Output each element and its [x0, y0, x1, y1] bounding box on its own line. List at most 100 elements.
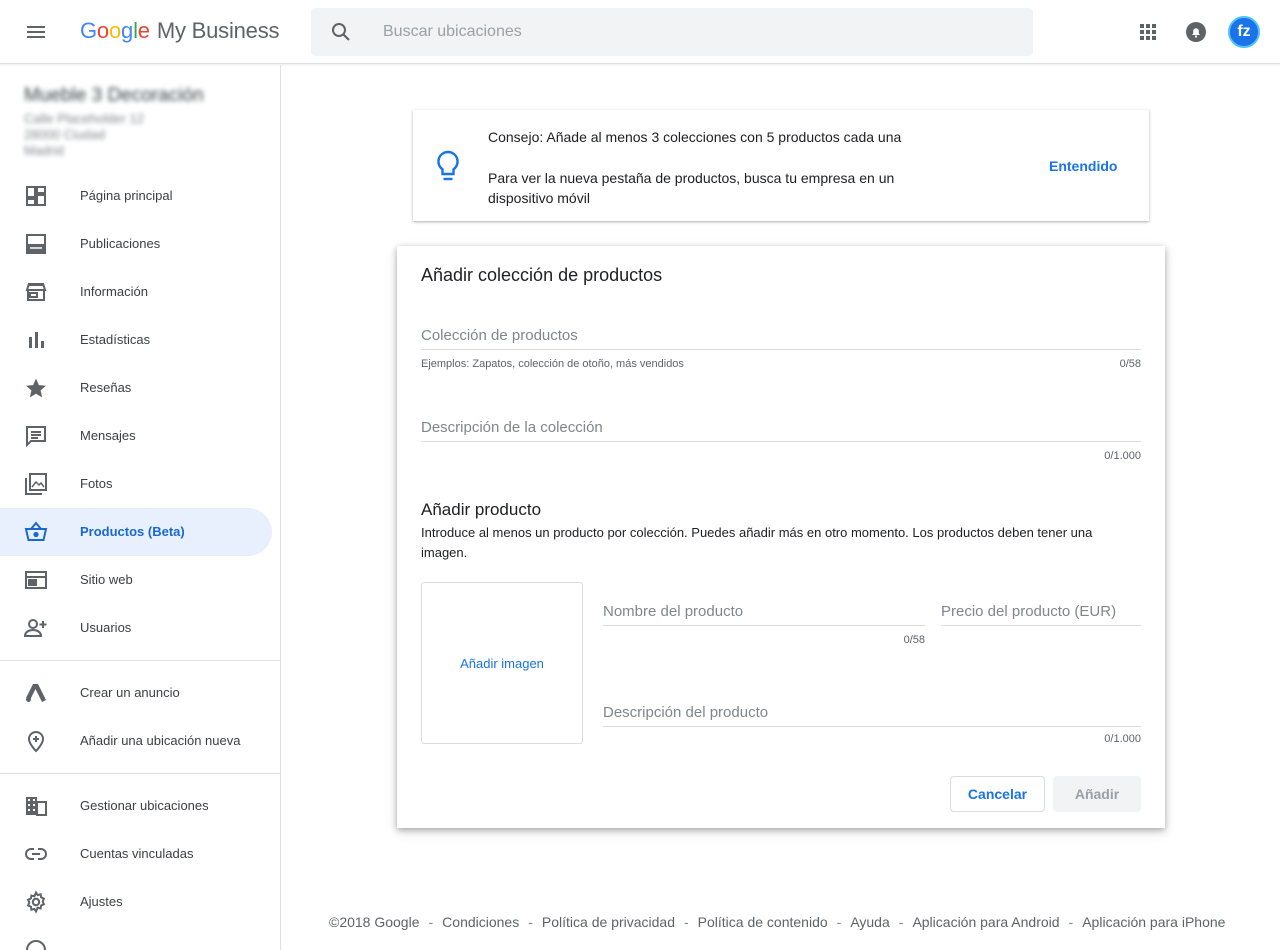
add-product-title: Añadir producto	[421, 500, 542, 519]
footer-separator: -	[528, 914, 533, 930]
sidebar-item-label: Productos (Beta)	[80, 524, 185, 539]
tip-card: Consejo: Añade al menos 3 colecciones co…	[413, 110, 1149, 221]
product-description-char-count: 0/1.000	[1104, 733, 1141, 745]
settings-icon	[26, 890, 46, 914]
add-image-button[interactable]: Añadir imagen	[421, 582, 583, 744]
footer-link-android[interactable]: Aplicación para Android	[912, 914, 1059, 930]
footer-link-privacy[interactable]: Política de privacidad	[542, 914, 675, 930]
sidebar-item-label: Estadísticas	[80, 332, 151, 347]
footer-separator: -	[1068, 914, 1074, 930]
footer-separator: -	[836, 914, 842, 930]
top-app-bar: Google My Business fz	[0, 0, 1280, 64]
sidebar-item-label: Usuarios	[80, 620, 132, 635]
menu-icon[interactable]	[24, 20, 48, 44]
apps-icon[interactable]	[1136, 20, 1160, 44]
basket-icon	[24, 521, 48, 541]
sidebar-item-info[interactable]: Información	[0, 268, 272, 316]
lightbulb-icon	[437, 150, 459, 181]
description-char-count: 0/1.000	[1104, 450, 1141, 462]
sidebar-item-label: Sitio web	[80, 572, 133, 587]
sidebar-item-label: Fotos	[80, 476, 113, 491]
sidebar-item-help[interactable]	[0, 926, 272, 950]
business-name: Mueble 3 Decoración	[24, 85, 204, 106]
product-description-field[interactable]: Descripción del producto	[603, 701, 1141, 727]
collection-char-count: 0/58	[1119, 358, 1141, 370]
add-image-label: Añadir imagen	[460, 655, 544, 671]
add-location-icon	[27, 731, 45, 753]
logo-letter: g	[121, 18, 134, 43]
sidebar-divider	[0, 660, 280, 661]
collection-name-placeholder: Colección de productos	[421, 327, 578, 344]
sidebar-item-settings[interactable]: Ajustes	[0, 878, 272, 926]
add-collection-dialog: Añadir colección de productos Colección …	[397, 246, 1165, 828]
sidebar-item-photos[interactable]: Fotos	[0, 460, 272, 508]
sidebar-item-label: Ajustes	[80, 894, 123, 909]
footer-link-terms[interactable]: Condiciones	[442, 914, 519, 930]
product-name-field[interactable]: Nombre del producto	[603, 600, 925, 626]
link-icon	[25, 848, 47, 860]
avatar[interactable]: fz	[1228, 16, 1260, 48]
sidebar-item-label: Página principal	[80, 188, 173, 203]
cancel-button[interactable]: Cancelar	[950, 776, 1045, 812]
sidebar-item-label: Reseñas	[80, 380, 132, 395]
search-icon[interactable]	[329, 20, 353, 44]
logo-product-name: My Business	[156, 18, 280, 43]
sidebar-item-insights[interactable]: Estadísticas	[0, 316, 272, 364]
product-description-placeholder: Descripción del producto	[603, 704, 769, 721]
sidebar-item-website[interactable]: Sitio web	[0, 556, 272, 604]
collection-description-placeholder: Descripción de la colección	[421, 419, 603, 436]
footer-separator: -	[428, 914, 434, 930]
footer: ©2018 Google - Condiciones - Política de pri…	[329, 914, 1225, 930]
star-icon	[26, 378, 46, 398]
sidebar-item-label: Crear un anuncio	[80, 685, 180, 700]
logo[interactable]: Google My Business	[80, 18, 280, 44]
business-info: Mueble 3 Decoración Calle Placeholder 12…	[24, 85, 204, 159]
sidebar-item-create-ad[interactable]: Crear un anuncio	[0, 669, 272, 717]
notifications-icon[interactable]	[1184, 20, 1208, 44]
collection-description-field[interactable]: Descripción de la colección	[421, 416, 1141, 442]
sidebar-item-add-location[interactable]: Añadir una ubicación nueva	[0, 717, 272, 765]
product-name-placeholder: Nombre del producto	[603, 603, 744, 620]
sidebar-divider	[0, 773, 280, 774]
logo-letter: G	[80, 18, 97, 43]
search-input[interactable]	[383, 8, 1003, 56]
sidebar-item-label: Gestionar ubicaciones	[80, 798, 209, 813]
sidebar-item-linked-accounts[interactable]: Cuentas vinculadas	[0, 830, 272, 878]
add-product-description: Introduce al menos un producto por colec…	[421, 525, 1093, 560]
footer-link-iphone[interactable]: Aplicación para iPhone	[1082, 914, 1225, 930]
product-price-placeholder: Precio del producto (EUR)	[941, 603, 1117, 620]
dashboard-icon	[26, 186, 46, 206]
sidebar-item-label: Cuentas vinculadas	[80, 846, 194, 861]
search-bar	[311, 8, 1033, 56]
business-address: Calle Placeholder 12 28000 Ciudad Madrid	[24, 111, 204, 159]
sidebar-item-users[interactable]: Usuarios	[0, 604, 272, 652]
web-icon	[25, 571, 47, 589]
sidebar-item-label: Publicaciones	[80, 236, 161, 251]
sidebar-item-home[interactable]: Página principal	[0, 172, 272, 220]
sidebar-item-products[interactable]: Productos (Beta)	[0, 508, 272, 556]
sidebar-item-messages[interactable]: Mensajes	[0, 412, 272, 460]
sidebar-item-posts[interactable]: Publicaciones	[0, 220, 272, 268]
footer-separator: -	[683, 914, 689, 930]
add-button[interactable]: Añadir	[1053, 776, 1141, 812]
footer-link-content-policy[interactable]: Política de contenido	[698, 914, 828, 930]
sidebar: Mueble 3 Decoración Calle Placeholder 12…	[0, 65, 281, 950]
add-user-icon	[24, 619, 47, 637]
logo-letter: e	[137, 18, 150, 43]
photos-icon	[25, 473, 47, 495]
address-line: 28000 Ciudad	[24, 127, 105, 142]
sidebar-item-manage-locations[interactable]: Gestionar ubicaciones	[0, 782, 272, 830]
dialog-title: Añadir colección de productos	[421, 265, 663, 285]
sidebar-item-label: Información	[80, 284, 148, 299]
message-icon	[26, 426, 46, 448]
collection-hint: Ejemplos: Zapatos, colección de otoño, m…	[421, 358, 684, 370]
footer-link-help[interactable]: Ayuda	[850, 914, 889, 930]
help-icon	[26, 940, 46, 950]
product-price-field[interactable]: Precio del producto (EUR)	[941, 600, 1141, 626]
collection-name-field[interactable]: Colección de productos	[421, 324, 1141, 350]
ads-icon	[26, 684, 46, 702]
understood-button[interactable]: Entendido	[1049, 158, 1117, 174]
footer-separator: -	[898, 914, 904, 930]
sidebar-item-label: Añadir una ubicación nueva	[80, 733, 241, 748]
sidebar-item-reviews[interactable]: Reseñas	[0, 364, 272, 412]
